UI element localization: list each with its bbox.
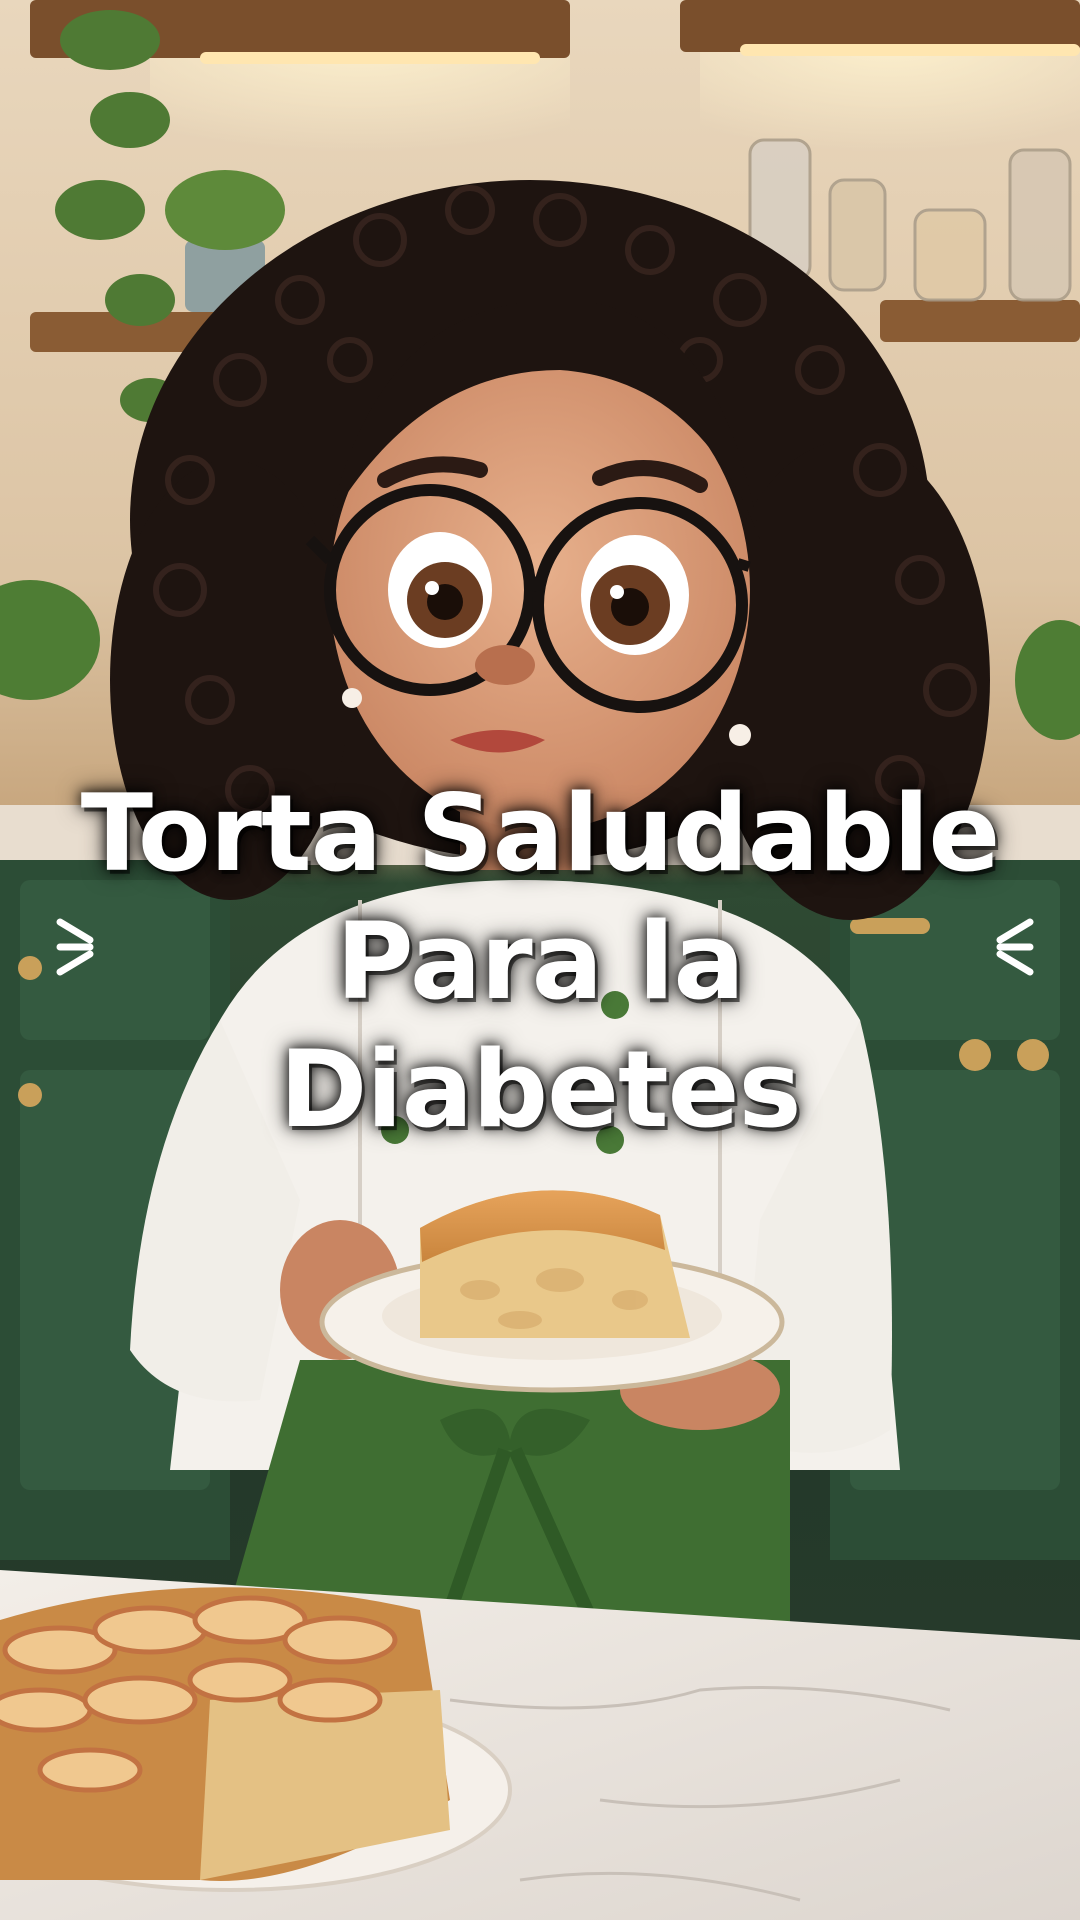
shelf-light-strip — [740, 44, 1080, 56]
shelf-light-strip — [200, 52, 540, 64]
title-line-1: Torta Saludable — [80, 772, 1001, 895]
earring — [342, 688, 362, 708]
eye-shine — [425, 581, 439, 595]
nose — [475, 645, 535, 685]
side-plant-right — [1015, 620, 1080, 740]
eye-shine — [610, 585, 624, 599]
potted-plant — [165, 170, 285, 250]
video-frame: Torta Saludable Para la Diabetes — [0, 0, 1080, 1920]
video-title: Torta Saludable Para la Diabetes — [0, 770, 1080, 1154]
title-line-2: Para la — [336, 900, 745, 1023]
earring — [729, 724, 751, 746]
shelf-mid-right — [880, 300, 1080, 342]
side-plant — [0, 580, 100, 700]
title-line-3: Diabetes — [279, 1028, 801, 1151]
